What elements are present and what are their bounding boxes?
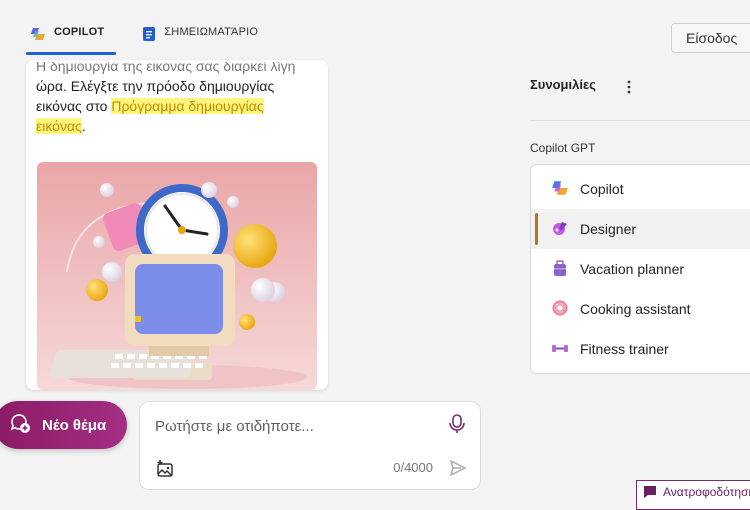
gpt-item-label: Copilot xyxy=(580,181,624,197)
chat-faded-line: Η δημιουργία της εικόνας σας διαρκεί λίγ… xyxy=(36,62,296,74)
gpt-section-label: Copilot GPT xyxy=(530,141,596,155)
notebook-icon xyxy=(142,26,156,45)
tab-notebook-label: ΣΗΜΕΙΩΜΑΤΆΡΙΟ xyxy=(164,26,259,38)
feedback-icon xyxy=(643,485,657,502)
designer-icon xyxy=(551,219,569,240)
feedback-button[interactable]: Ανατροφοδότηση xyxy=(636,480,750,510)
gpt-item-label: Designer xyxy=(580,221,637,237)
send-icon[interactable] xyxy=(449,459,467,482)
copilot-icon xyxy=(30,26,46,45)
donut-icon xyxy=(551,299,569,320)
gpt-item-label: Fitness trainer xyxy=(580,341,669,357)
chat-message-text: Η δημιουργία της εικόνας σας διαρκεί λίγ… xyxy=(36,62,316,136)
conversations-title: Συνομιλίες xyxy=(530,77,596,92)
microphone-icon[interactable] xyxy=(448,414,466,439)
suitcase-icon xyxy=(551,259,569,280)
gpt-list: Copilot Designer Vacation planner Cookin… xyxy=(530,164,750,374)
dumbbell-icon xyxy=(551,339,569,360)
more-options-icon[interactable] xyxy=(623,79,635,100)
gpt-item-designer[interactable]: Designer xyxy=(531,209,750,249)
gpt-item-copilot[interactable]: Copilot xyxy=(531,169,750,209)
feedback-label: Ανατροφοδότηση xyxy=(663,485,750,499)
chat-message-card: Η δημιουργία της εικόνας σας διαρκεί λίγ… xyxy=(26,60,328,390)
generated-image[interactable] xyxy=(37,162,317,390)
new-topic-button[interactable]: Νέο θέμα xyxy=(0,401,127,449)
gpt-item-vacation-planner[interactable]: Vacation planner xyxy=(531,249,750,289)
char-counter: 0/4000 xyxy=(393,460,433,475)
tab-notebook[interactable]: ΣΗΜΕΙΩΜΑΤΆΡΙΟ xyxy=(138,22,262,56)
chat-input[interactable]: Ρωτήστε με οτιδήποτε... xyxy=(155,418,314,435)
add-image-icon[interactable] xyxy=(155,459,175,484)
tab-bar: COPILOT ΣΗΜΕΙΩΜΑΤΆΡΙΟ xyxy=(26,22,262,56)
copilot-icon xyxy=(551,179,569,200)
gpt-item-label: Vacation planner xyxy=(580,261,685,277)
tab-copilot[interactable]: COPILOT xyxy=(26,22,117,56)
sidebar-divider xyxy=(530,120,750,121)
signin-button[interactable]: Είσοδος xyxy=(671,23,750,53)
gpt-item-fitness-trainer[interactable]: Fitness trainer xyxy=(531,329,750,369)
new-chat-icon xyxy=(8,411,32,439)
gpt-item-cooking-assistant[interactable]: Cooking assistant xyxy=(531,289,750,329)
tab-copilot-label: COPILOT xyxy=(54,26,105,38)
gpt-item-label: Cooking assistant xyxy=(580,301,691,317)
chat-input-box[interactable]: Ρωτήστε με οτιδήποτε... 0/4000 xyxy=(139,401,481,490)
new-topic-label: Νέο θέμα xyxy=(42,416,107,434)
chat-text-end: . xyxy=(81,118,86,134)
